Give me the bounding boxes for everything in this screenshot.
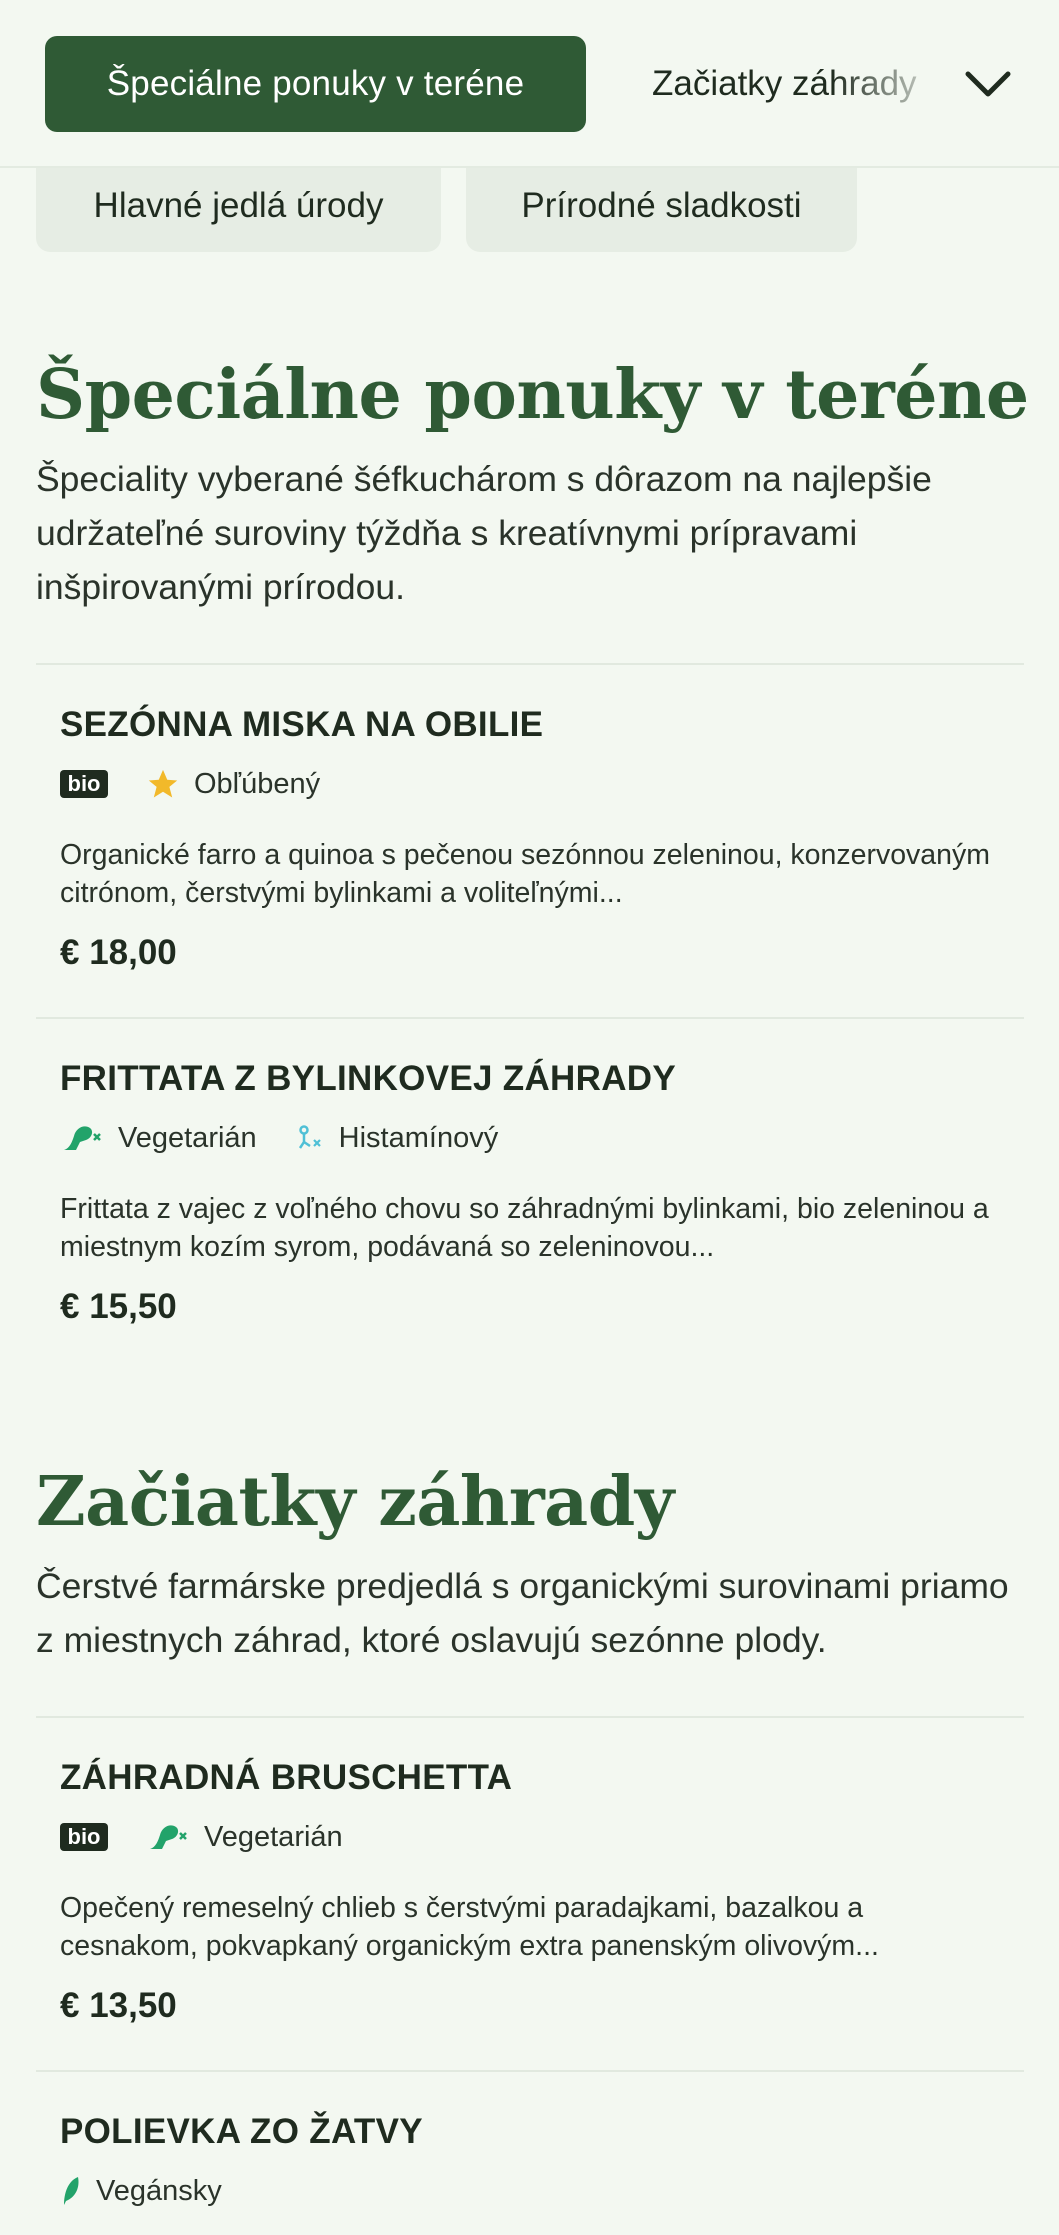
tab-label: Špeciálne ponuky v teréne — [106, 64, 525, 103]
star-icon — [146, 767, 180, 801]
section-description: Čerstvé farmárske predjedlá s organickým… — [36, 1566, 1009, 1660]
vegetarian-icon — [146, 1819, 190, 1855]
tab-zaciatky-zahrady[interactable]: Začiatky záhrady — [652, 36, 952, 132]
item-tags: Vegánsky — [60, 2171, 222, 2211]
item-description: Organické farro a quinoa s pečenou sezón… — [60, 839, 990, 909]
divider — [36, 1716, 1024, 1718]
item-tags: bio Vegetarián — [60, 1817, 343, 1857]
item-tags: Vegetarián Histamínový — [60, 1118, 498, 1158]
chevron-down-icon[interactable] — [962, 60, 1014, 108]
item-price: € 18,00 — [60, 933, 177, 972]
section-title: Začiatky záhrady — [36, 1462, 674, 1542]
tag-label: Histamínový — [338, 1121, 499, 1154]
vegetarian-icon — [60, 1120, 104, 1156]
item-name: ZÁHRADNÁ BRUSCHETTA — [60, 1758, 513, 1797]
vegan-leaf-icon — [60, 2175, 82, 2207]
tab-label: Začiatky záhrady — [652, 64, 917, 103]
item-name: FRITTATA Z BYLINKOVEJ ZÁHRADY — [60, 1059, 676, 1098]
divider — [36, 663, 1024, 665]
tag-label: Vegetarián — [118, 1121, 257, 1154]
section-description: Špeciality vyberané šéfkuchárom s dôrazo… — [36, 459, 932, 607]
divider — [36, 2070, 1024, 2072]
tab-label: Hlavné jedlá úrody — [93, 186, 384, 225]
item-description: Opečený remeselný chlieb s čerstvými par… — [60, 1892, 879, 1962]
histamine-icon — [295, 1122, 325, 1154]
tag-label: Vegetarián — [204, 1820, 343, 1853]
item-tags: bio Obľúbený — [60, 764, 320, 804]
bio-badge: bio — [60, 1823, 108, 1851]
tab-specialne-ponuky[interactable]: Špeciálne ponuky v teréne — [45, 36, 586, 132]
item-price: € 15,50 — [60, 1287, 177, 1326]
item-price: € 13,50 — [60, 1986, 177, 2025]
tab-label: Prírodné sladkosti — [521, 186, 802, 225]
item-name: POLIEVKA ZO ŽATVY — [60, 2112, 423, 2151]
tag-label: Vegánsky — [96, 2174, 222, 2207]
item-description: Frittata z vajec z voľného chovu so záhr… — [60, 1193, 989, 1263]
bio-badge: bio — [60, 770, 108, 798]
tag-label: Obľúbený — [194, 767, 321, 800]
item-name: SEZÓNNA MISKA NA OBILIE — [60, 705, 544, 744]
divider — [36, 1017, 1024, 1019]
section-title: Špeciálne ponuky v teréne — [36, 355, 1029, 435]
category-nav: Špeciálne ponuky v teréne Začiatky záhra… — [0, 0, 1059, 168]
